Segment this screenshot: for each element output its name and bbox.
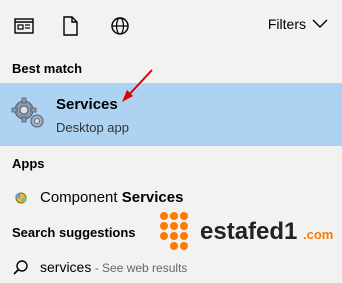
app-result-prefix: Component (40, 189, 122, 206)
annotation-arrow (118, 66, 158, 106)
suggestion-row[interactable]: services - See web results (0, 253, 342, 283)
app-result-bold: Services (121, 189, 184, 206)
suggestion-label: services - See web results (40, 259, 187, 275)
watermark-logo: estafed1 .com (160, 208, 342, 252)
suggestion-query: services (40, 259, 92, 275)
best-match-subtitle: Desktop app (56, 120, 129, 135)
suggestion-hint: - See web results (91, 261, 188, 275)
search-toolbar: Filters (0, 0, 342, 52)
best-match-title: Services (56, 96, 118, 113)
best-match-result[interactable]: Services Desktop app (0, 83, 342, 146)
svg-text:.com: .com (303, 227, 333, 242)
filters-button[interactable]: Filters (268, 16, 328, 32)
apps-filter-icon[interactable] (12, 14, 36, 38)
documents-filter-icon[interactable] (58, 14, 82, 38)
chevron-down-icon (312, 16, 328, 32)
section-heading-apps: Apps (12, 156, 45, 171)
component-services-icon (12, 189, 30, 207)
services-gear-icon (10, 95, 46, 131)
filters-label: Filters (267, 16, 306, 32)
svg-text:estafed1: estafed1 (200, 218, 297, 245)
section-heading-best-match: Best match (12, 61, 83, 76)
web-filter-icon[interactable] (108, 14, 132, 38)
app-result-label: Component Services (40, 189, 183, 206)
search-icon (12, 259, 30, 277)
section-heading-search-suggestions: Search suggestions (12, 225, 136, 240)
